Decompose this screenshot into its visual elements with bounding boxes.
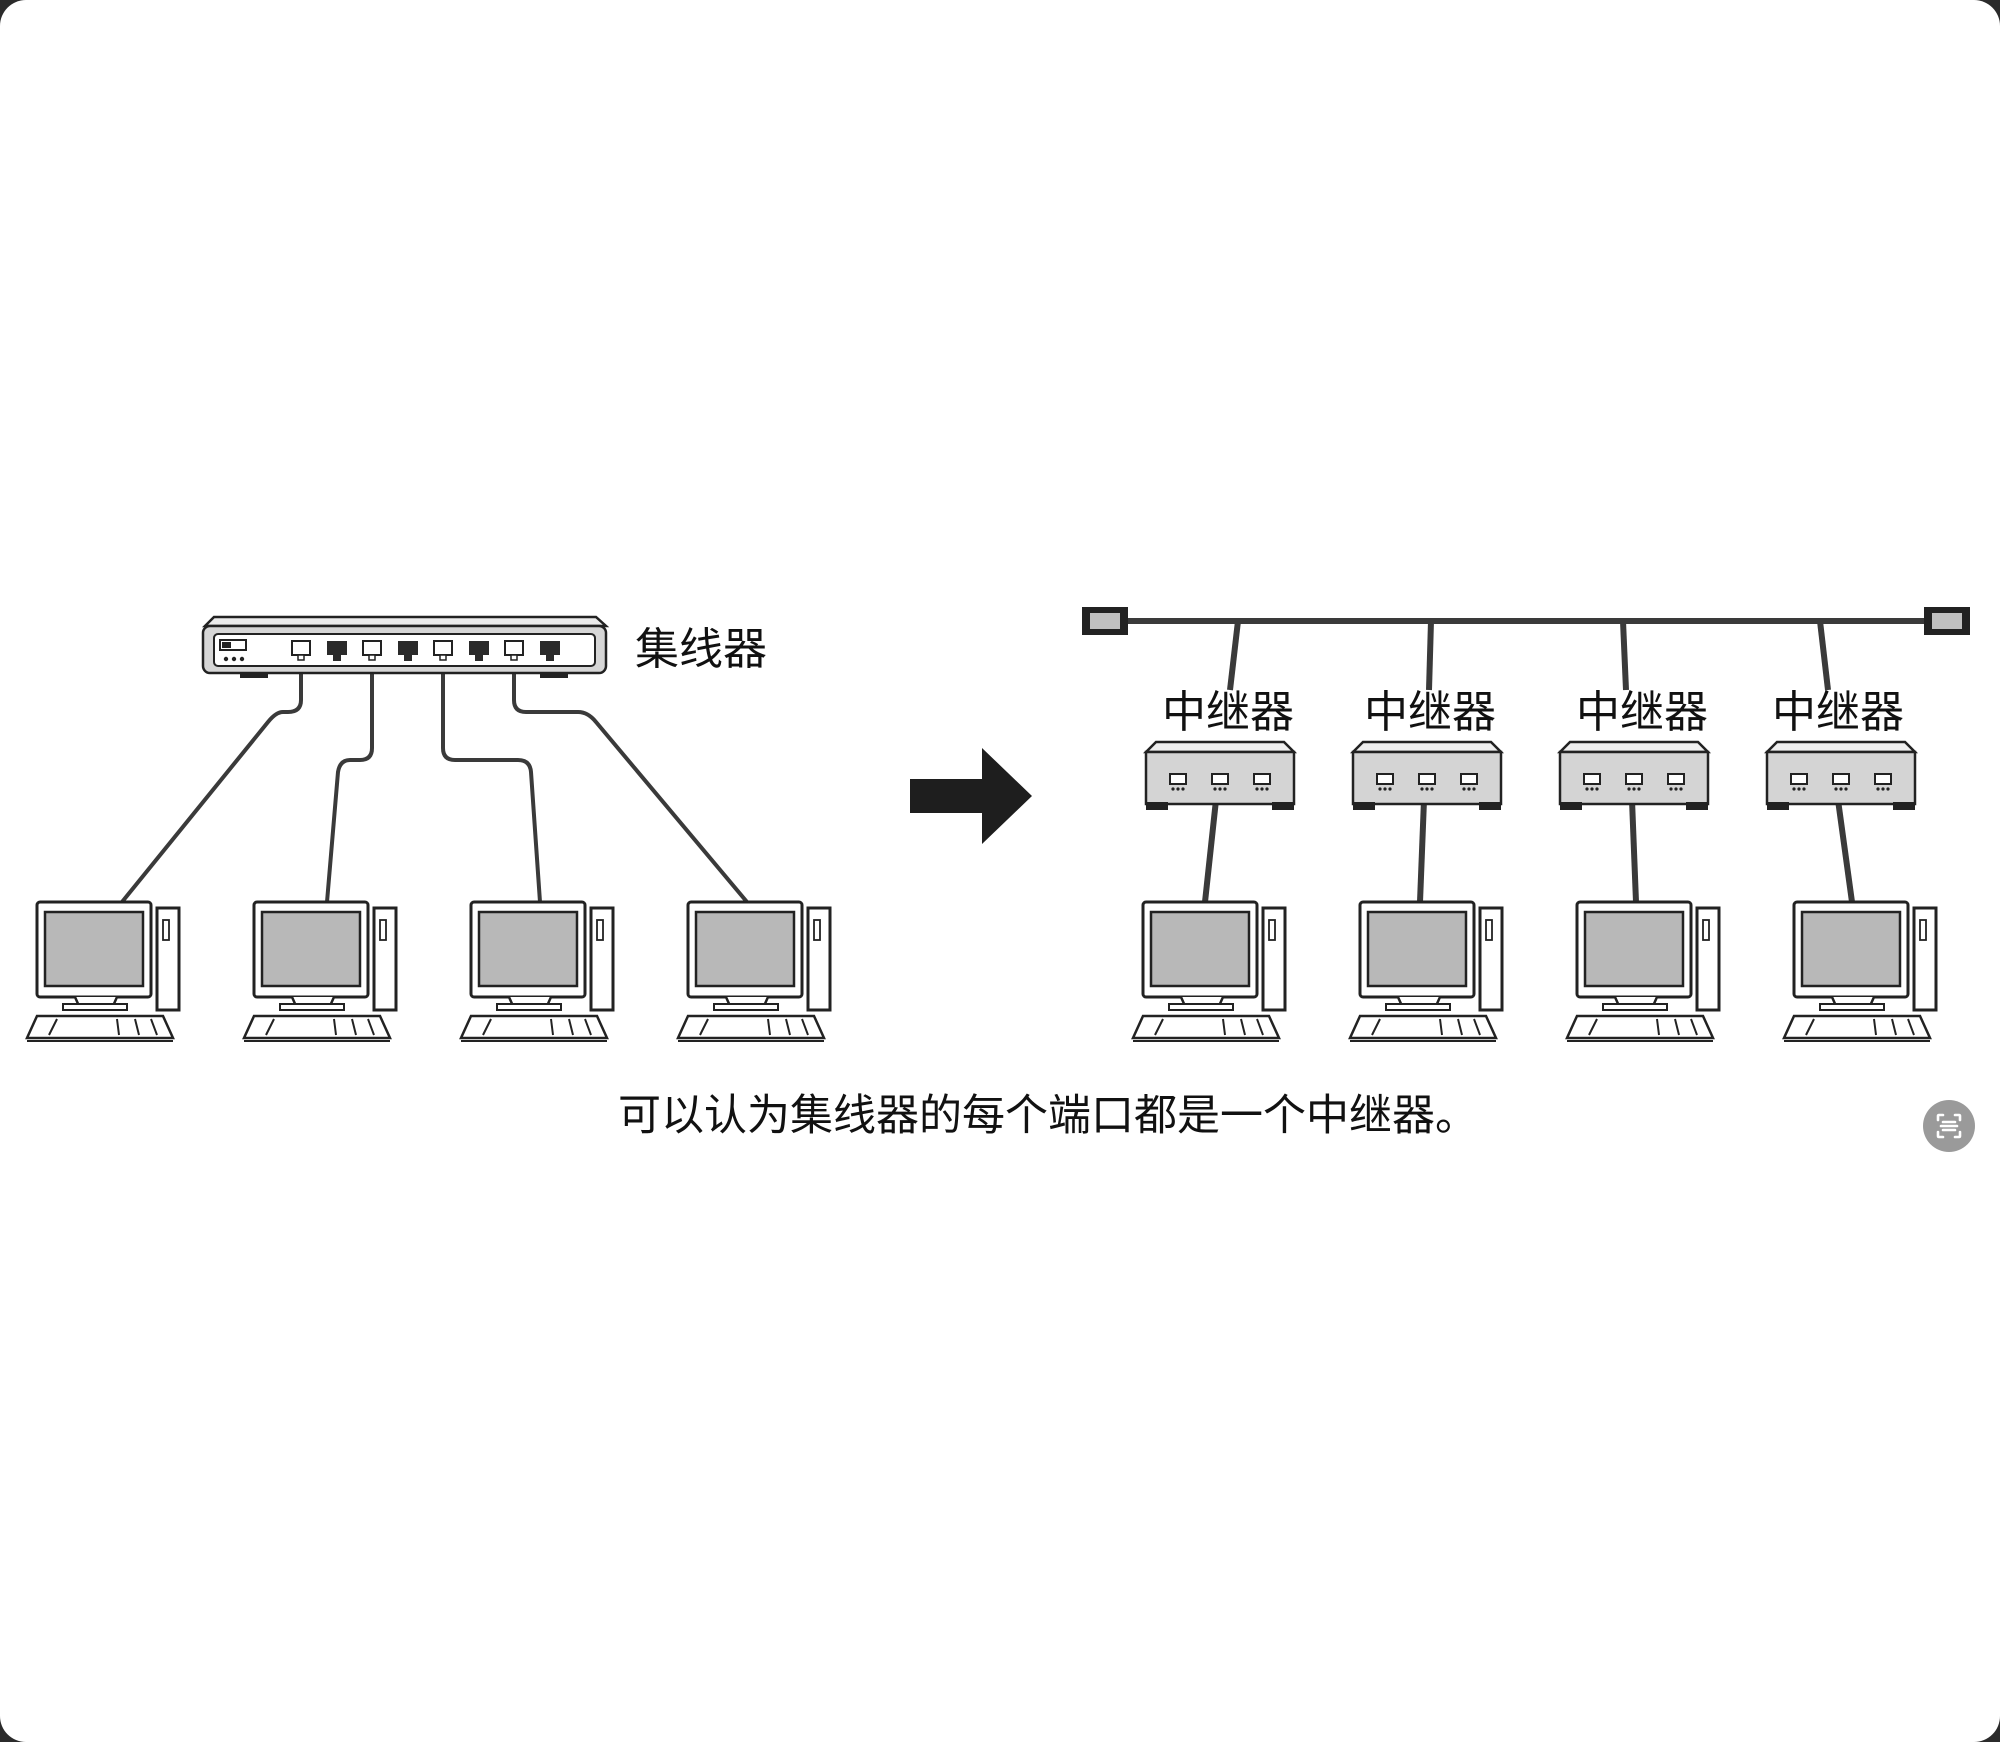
hub-device bbox=[201, 615, 610, 678]
diagram-caption: 可以认为集线器的每个端口都是一个中继器。 bbox=[618, 1091, 1478, 1141]
repeater-device bbox=[1558, 740, 1710, 812]
repeater-label: 中继器 bbox=[1576, 687, 1708, 738]
repeater-label: 中继器 bbox=[1162, 687, 1294, 738]
hub-cables bbox=[120, 660, 749, 904]
repeater-label: 中继器 bbox=[1772, 687, 1904, 738]
repeater-cables bbox=[1202, 799, 1855, 903]
text-scan-button[interactable] bbox=[1923, 1100, 1975, 1152]
computer-icon bbox=[459, 900, 615, 1043]
computer-icon bbox=[1565, 900, 1721, 1043]
repeater-device bbox=[1351, 740, 1503, 812]
hub-network: 集线器 bbox=[25, 615, 832, 1043]
computer-icon bbox=[1782, 900, 1938, 1043]
arrow-right-icon bbox=[910, 748, 1032, 844]
computer-icon bbox=[25, 900, 181, 1043]
image-viewer: 集线器 中继器 中继器 中继器 中继器 可以认为集线器的每个端口都是一个中继器。 bbox=[0, 0, 2000, 1742]
hub-label: 集线器 bbox=[635, 624, 767, 675]
computer-icon bbox=[1348, 900, 1504, 1043]
text-scan-icon bbox=[1936, 1113, 1962, 1139]
computer-icon bbox=[242, 900, 398, 1043]
bus-drops bbox=[1227, 620, 1831, 691]
computer-icon bbox=[676, 900, 832, 1043]
repeater-device bbox=[1765, 740, 1917, 812]
terminator-icon bbox=[1082, 607, 1128, 635]
repeater-network: 中继器 中继器 中继器 中继器 bbox=[1082, 607, 1970, 1043]
terminator-icon bbox=[1924, 607, 1970, 635]
computer-icon bbox=[1131, 900, 1287, 1043]
network-diagram: 集线器 中继器 中继器 中继器 中继器 可以认为集线器的每个端口都是一个中继器。 bbox=[25, 607, 1970, 1141]
repeater-label: 中继器 bbox=[1364, 687, 1496, 738]
repeater-device bbox=[1144, 740, 1296, 812]
